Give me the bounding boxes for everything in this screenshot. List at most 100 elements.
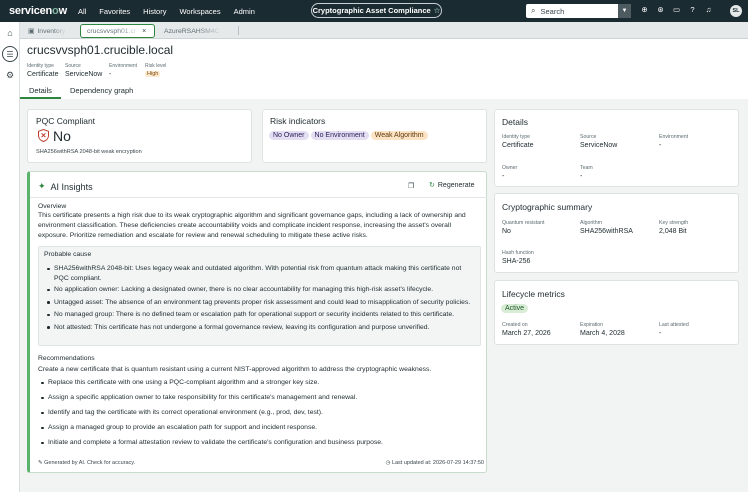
crypto-quantum-resistant: Quantum resistant No [502,220,545,235]
list-item: Untagged asset: The absence of an enviro… [44,298,475,308]
detail-owner: Owner - [502,165,518,180]
nav-link-history[interactable]: History [143,7,166,16]
list-item: No managed group: There is no defined te… [44,310,475,320]
chevron-down-icon[interactable]: ▼ [618,4,631,18]
lifecycle-last-attested: Last attested - [659,322,689,337]
close-icon[interactable]: × [142,28,146,35]
tab-dependency-graph[interactable]: Dependency graph [61,85,142,99]
copy-icon[interactable]: ❐ [408,182,414,190]
nav-link-all[interactable]: All [78,7,86,16]
field-risk-level: Risk level High [145,63,167,77]
tab-inventory[interactable]: ▣ Inventory [22,24,78,38]
bell-icon[interactable]: ♫ [704,5,713,14]
chat-icon[interactable]: ▭ [672,5,681,14]
crypto-hash-function: Hash function SHA-256 [502,250,534,265]
probable-cause-title: Probable cause [44,251,92,258]
overview-text: This certificate presents a high risk du… [38,212,466,239]
search-icon: ⌕ [531,6,536,15]
page-title: crucsvvsph01.crucible.local [27,43,174,57]
recommendations-intro: Create a new certificate that is quantum… [38,366,432,373]
risk-pills: No Owner No Environment Weak Algorithm [269,131,430,140]
list-item: Not attested: This certificate has not u… [44,323,475,333]
tab-azure[interactable]: AzureRSAHSM4C [158,24,240,38]
risk-indicators-card: Risk indicators No Owner No Environment We… [262,109,487,163]
ai-insights-header: ✦ AI Insights [38,181,93,192]
tab-details[interactable]: Details [20,85,61,99]
crypto-algorithm: Algorithm SHA256withRSA [580,220,633,235]
list-icon[interactable]: ☰ [2,46,18,62]
detail-identity-type: Identity type Certificate [502,134,534,149]
search-input[interactable]: Search [540,7,564,16]
recommendations-title: Recommendations [38,355,95,362]
ai-insights-panel: ✦ AI Insights ❐ ↻ Regenerate Overview Th… [27,171,487,473]
nav-link-admin[interactable]: Admin [234,7,255,16]
globe-icon[interactable]: ⊕ [640,5,649,14]
shield-x-icon [38,128,49,143]
list-item: No application owner: Lacking a designat… [44,285,475,295]
home-icon[interactable]: ⌂ [4,27,16,39]
list-item: SHA256withRSA 2048-bit: Uses legacy weak… [44,264,475,283]
ai-footer: ✎ Generated by AI. Check for accuracy. ◷… [38,460,484,466]
recommendations-section: Recommendations Create a new certificate… [38,355,484,448]
crypto-summary-card: Cryptographic summary Quantum resistant N… [494,193,739,273]
nav-links: All Favorites History Workspaces Admin [78,7,268,16]
list-item: Initiate and complete a formal attestati… [38,438,484,448]
pqc-note: SHA256withRSA 2048-bit weak encryption [36,149,142,155]
details-title: Details [502,117,528,127]
status-badge: High [145,71,161,77]
lifecycle-card: Lifecycle metrics Active Created on March… [494,280,739,345]
pqc-card: PQC Compliant No SHA256withRSA 2048-bit … [27,109,252,163]
detail-team: Team - [580,165,593,180]
last-updated: ◷ Last updated at: 2026-07-29 14:37:50 [385,460,484,466]
details-card: Details Identity type Certificate Source S… [494,109,739,187]
overview-section: Overview This certificate presents a hig… [38,203,466,241]
subtabs: Details Dependency graph [20,85,142,99]
left-rail: ⌂ ☰ ⚙ [0,22,20,492]
lifecycle-created-on: Created on March 27, 2026 [502,322,551,337]
workspace-tabs: ▣ Inventory crucsvvsph01.cr × AzureRSAHS… [20,22,748,39]
star-icon[interactable]: ☆ [434,6,441,15]
list-item: Assign a managed group to provide an esc… [38,423,484,433]
context-title-pill[interactable]: Cryptographic Asset Compliance ☆ [311,3,442,18]
field-identity-type: Identity type Certificate [27,63,59,78]
tab-record[interactable]: crucsvvsph01.cr × [80,24,155,38]
field-environment: Environment - [109,63,138,78]
list-item: Assign a specific application owner to t… [38,393,484,403]
pqc-value: No [53,128,71,144]
scope-icon[interactable]: ⊛ [656,5,665,14]
divider [30,197,487,198]
probable-cause-box: Probable cause SHA256withRSA 2048-bit: U… [38,246,481,346]
crypto-title: Cryptographic summary [502,202,593,212]
list-item: Replace this certificate with one using … [38,378,484,388]
sparkle-icon: ✦ [38,181,46,191]
help-icon[interactable]: ? [688,5,697,14]
nav-link-workspaces[interactable]: Workspaces [179,7,220,16]
status-badge: Active [501,304,529,313]
lifecycle-title: Lifecycle metrics [502,289,565,299]
recommendations-list: Replace this certificate with one using … [38,378,484,448]
risk-pill-no-environment: No Environment [310,131,369,140]
ai-disclaimer: ✎ Generated by AI. Check for accuracy. [38,460,136,466]
top-nav: servicenow All Favorites History Workspa… [0,0,748,22]
lifecycle-expiration: Expiration March 4, 2028 [580,322,625,337]
detail-environment: Environment - [659,134,689,149]
tab-icon: ▣ [28,28,35,35]
pqc-title: PQC Compliant [36,116,96,126]
record-header: crucsvvsph01.crucible.local Identity typ… [20,39,748,99]
risk-title: Risk indicators [270,116,326,126]
refresh-icon: ↻ [429,182,435,189]
overview-title: Overview [38,203,67,210]
global-search[interactable]: ⌕ Search ▼ [526,4,631,18]
nav-link-favorites[interactable]: Favorites [99,7,130,16]
crypto-key-strength: Key strength 2,048 Bit [659,220,689,235]
tab-divider [238,26,239,35]
probable-cause-list: SHA256withRSA 2048-bit: Uses legacy weak… [44,264,475,332]
field-source: Source ServiceNow [65,63,103,78]
regenerate-button[interactable]: ↻ Regenerate [429,181,474,190]
risk-pill-no-owner: No Owner [269,131,309,140]
list-item: Identify and tag the certificate with it… [38,408,484,418]
gear-icon[interactable]: ⚙ [4,69,16,81]
avatar[interactable]: SL [730,5,742,17]
top-icons: ⊕ ⊛ ▭ ? ♫ [640,5,713,14]
servicenow-logo[interactable]: servicenow [9,5,67,17]
